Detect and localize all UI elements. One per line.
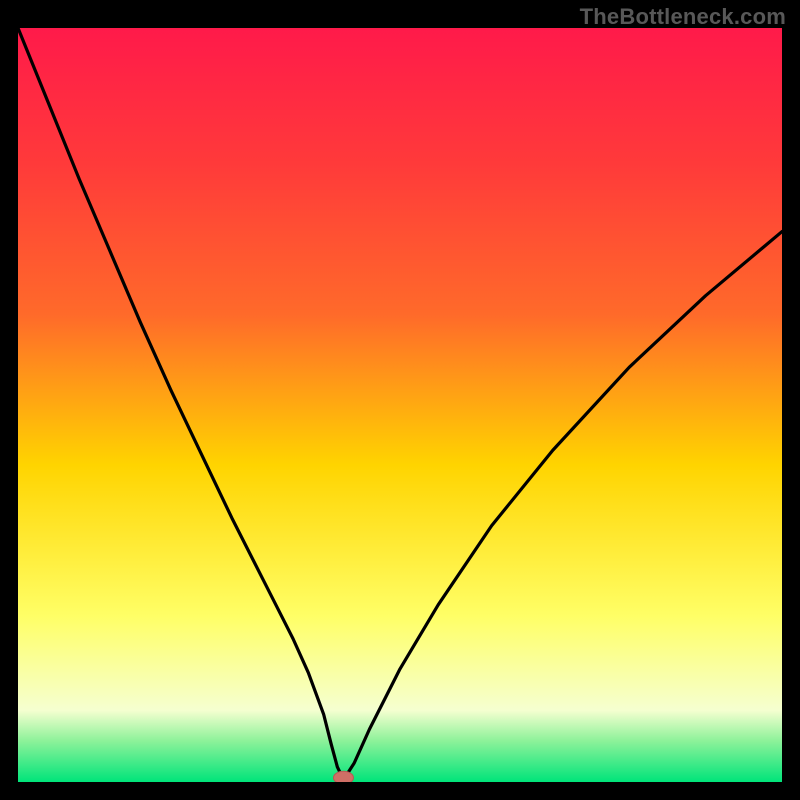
plot-area [18,28,782,782]
watermark-text: TheBottleneck.com [580,4,786,30]
bottleneck-chart [18,28,782,782]
chart-frame: TheBottleneck.com [0,0,800,800]
